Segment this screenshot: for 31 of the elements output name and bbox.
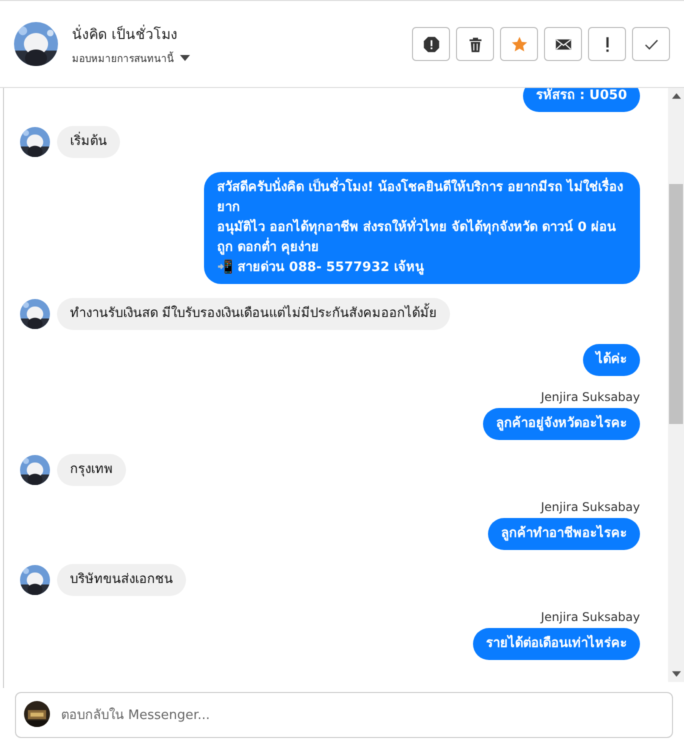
sender-name: Jenjira Suksabay — [540, 500, 640, 514]
incoming-message: กรุงเทพ — [57, 454, 126, 486]
star-button[interactable] — [500, 27, 538, 61]
trash-button[interactable] — [456, 27, 494, 61]
outgoing-message: รายได้ต่อเดือนเท่าไหร่คะ — [473, 628, 640, 660]
incoming-message: เริ่มต้น — [57, 126, 120, 158]
alert-icon — [422, 36, 440, 52]
contact-name: นั่งคิด เป็นชั่วโมง — [72, 24, 178, 44]
outgoing-message: ลูกค้าทำอาชีพอะไรคะ — [488, 518, 640, 550]
scrollbar-thumb[interactable] — [669, 184, 683, 424]
mail-button[interactable] — [544, 27, 582, 61]
sender-name: Jenjira Suksabay — [540, 610, 640, 624]
exclamation-icon — [606, 36, 608, 52]
trash-icon — [466, 36, 484, 52]
scrollbar[interactable] — [668, 88, 684, 682]
alert-button[interactable] — [412, 27, 450, 61]
outgoing-message: สวัสดีครับนั่งคิด เป็นชั่วโมง! น้องโชคยินดีให้บริการ อยากมีรถ ไม่ใช่เรื่องยาก อนุมัติไว ออกได้ทุกอาชีพ ส่งรถให้ทั่วไทย จัดได้ทุกจังหวัด ดาวน์ 0 ผ่อนถูก ดอกต่ำ คุยง่าย 📲 สายด่วน 088- 5577932 เจ้หนู — [204, 172, 640, 284]
star-icon — [510, 36, 528, 52]
sender-name: Jenjira Suksabay — [540, 390, 640, 404]
check-button[interactable] — [632, 27, 670, 61]
assign-dropdown[interactable]: มอบหมายการสนทนานี้ — [72, 50, 190, 66]
outgoing-message: รหัสรถ : U050 — [523, 88, 640, 112]
incoming-message: บริษัทขนส่งเอกชน — [57, 564, 186, 596]
exclaim-button[interactable] — [588, 27, 626, 61]
scroll-down-icon[interactable] — [672, 671, 680, 677]
outgoing-message: ได้ค่ะ — [583, 344, 640, 376]
reply-input[interactable]: ตอบกลับใน Messenger... — [15, 692, 673, 738]
caret-icon — [180, 55, 190, 61]
scroll-up-icon[interactable] — [672, 93, 680, 99]
incoming-message: ทำงานรับเงินสด มีใบรับรองเงินเดือนแต่ไม่มีประกันสังคมออกได้มั้ย — [57, 298, 450, 330]
outgoing-message: ลูกค้าอยู่จังหวัดอะไรคะ — [483, 408, 640, 440]
